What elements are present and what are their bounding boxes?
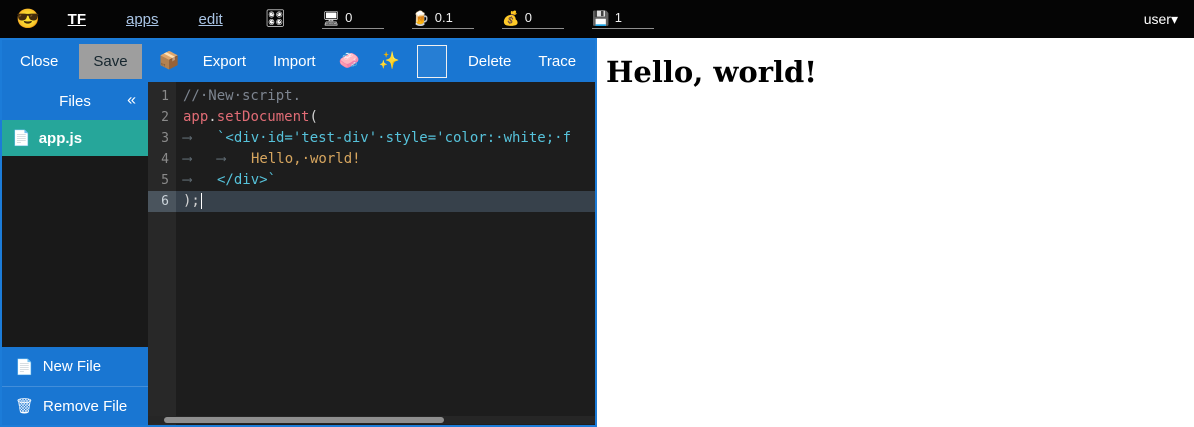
file-icon: 📄 (12, 129, 31, 147)
remove-file-button-icon: 🗑 (15, 397, 34, 415)
user-menu[interactable]: user▾ (1144, 11, 1178, 28)
nav-link-edit[interactable]: edit (199, 11, 223, 28)
code-line-5[interactable]: 5⟶</div>` (148, 170, 595, 191)
stat-value-2: 0.1 (435, 11, 453, 25)
code-line-1[interactable]: 1 //·New·script. (148, 86, 595, 107)
user-label: user (1144, 11, 1171, 27)
close-button[interactable]: Close (14, 44, 64, 79)
tab-whitespace-icon: ⟶ (217, 149, 251, 170)
code-text: ⟶`<div·id='test-div'·style='color:·white… (176, 128, 595, 149)
caret-down-icon: ▾ (1171, 11, 1178, 27)
file-item-app.js[interactable]: 📄 app.js (2, 120, 148, 156)
tab-whitespace-icon: ⟶ (183, 149, 217, 170)
stat-value-1: 0 (345, 11, 352, 25)
file-list: 📄 app.js (2, 120, 148, 156)
collapse-sidebar-icon[interactable]: « (127, 91, 136, 109)
new-file-button-icon: 📄 (15, 358, 34, 376)
code-line-6[interactable]: 6); (148, 191, 595, 212)
code-text: ); (176, 191, 595, 212)
line-number-2: 2 (148, 107, 176, 128)
package-icon-button[interactable]: 📦 (157, 45, 182, 77)
blank-button[interactable] (417, 45, 447, 78)
stat-icon-4: 💾 (592, 11, 609, 25)
file-name: app.js (39, 130, 82, 147)
smiley-logo-icon[interactable]: 😎 (16, 7, 40, 31)
new-file-button-label: New File (43, 358, 101, 375)
sidebar-actions: 📄 New File 🗑 Remove File (2, 347, 148, 425)
line-number-4: 4 (148, 149, 176, 170)
line-number-3: 3 (148, 128, 176, 149)
code-token: </div>` (217, 172, 276, 188)
tab-whitespace-icon: ⟶ (183, 128, 217, 149)
stat-icon-1: 🖥 (322, 11, 340, 25)
editor-app-window: Close Save 📦 Export Import 🧼 ✨ Delete Trace File… (0, 38, 597, 427)
export-button[interactable]: Export (197, 44, 252, 79)
line-number-5: 5 (148, 170, 176, 191)
brand-link[interactable]: TF (68, 11, 86, 28)
code-text: app.setDocument( (176, 107, 595, 128)
code-editor[interactable]: 1//·New·script.2app.setDocument(3⟶`<div·… (148, 82, 595, 425)
code-token: //·New·script. (183, 88, 301, 104)
line-number-6: 6 (148, 191, 176, 212)
tab-whitespace-icon: ⟶ (183, 170, 217, 191)
stat-icon-3: 💰 (502, 11, 519, 25)
soap-icon-button[interactable]: 🧼 (337, 45, 362, 77)
stat-field-1[interactable]: 🖥0 (322, 9, 384, 29)
preview-heading: Hello, world! (606, 55, 1194, 89)
code-token: ( (309, 109, 317, 125)
code-line-2[interactable]: 2app.setDocument( (148, 107, 595, 128)
window-body: Files « 📄 app.js 📄 New File 🗑 Remove File 1 /… (2, 82, 595, 425)
stats-group: 🖥0🍺0.1💰0💾1 (322, 9, 654, 29)
files-header-title: Files (59, 93, 91, 110)
code-text: ⟶⟶Hello,·world! (176, 149, 595, 170)
remove-file-button-label: Remove File (43, 398, 127, 415)
stat-field-3[interactable]: 💰0 (502, 9, 564, 29)
trace-button[interactable]: Trace (532, 44, 582, 79)
code-line-4[interactable]: 4⟶⟶Hello,·world! (148, 149, 595, 170)
stat-value-3: 0 (525, 11, 532, 25)
sidebar-spacer (2, 156, 148, 347)
code-text: //·New·script. (176, 86, 595, 107)
code-token: . (208, 109, 216, 125)
delete-button[interactable]: Delete (462, 44, 517, 79)
horizontal-scrollbar[interactable] (148, 416, 595, 424)
toolbar: Close Save 📦 Export Import 🧼 ✨ Delete Trace (2, 40, 595, 82)
horizontal-scrollbar-thumb[interactable] (164, 417, 444, 423)
control-panel-icon[interactable]: 🎛 (265, 9, 287, 29)
code-token: app (183, 109, 208, 125)
code-text: ⟶</div>` (176, 170, 595, 191)
import-button[interactable]: Import (267, 44, 322, 79)
stat-field-2[interactable]: 🍺 0.1 (412, 9, 474, 29)
code-token: Hello,·world! (251, 151, 361, 167)
stat-value-4: 1 (615, 11, 622, 25)
preview-pane: Hello, world! (597, 38, 1194, 427)
code-token: `<div·id='test-div'·style='color:·white;… (217, 130, 571, 146)
code-area: 1//·New·script.2app.setDocument(3⟶`<div·… (148, 82, 595, 212)
text-cursor (201, 193, 203, 209)
code-line-3[interactable]: 3⟶`<div·id='test-div'·style='color:·whit… (148, 128, 595, 149)
stat-field-4[interactable]: 💾1 (592, 9, 654, 29)
sparkles-icon-button[interactable]: ✨ (377, 45, 402, 77)
code-token: ); (183, 193, 200, 209)
files-header: Files « (2, 82, 148, 120)
line-number-1: 1 (148, 86, 176, 107)
remove-file-button[interactable]: 🗑 Remove File (2, 386, 148, 425)
nav-link-apps[interactable]: apps (126, 11, 159, 28)
new-file-button[interactable]: 📄 New File (2, 347, 148, 386)
topbar: 😎 TF apps edit 🎛 🖥0🍺0.1💰0💾1 user▾ (0, 0, 1194, 38)
save-button[interactable]: Save (79, 44, 141, 79)
stat-icon-2: 🍺 (412, 11, 429, 25)
files-sidebar: Files « 📄 app.js 📄 New File 🗑 Remove File (2, 82, 148, 425)
code-token: setDocument (217, 109, 310, 125)
